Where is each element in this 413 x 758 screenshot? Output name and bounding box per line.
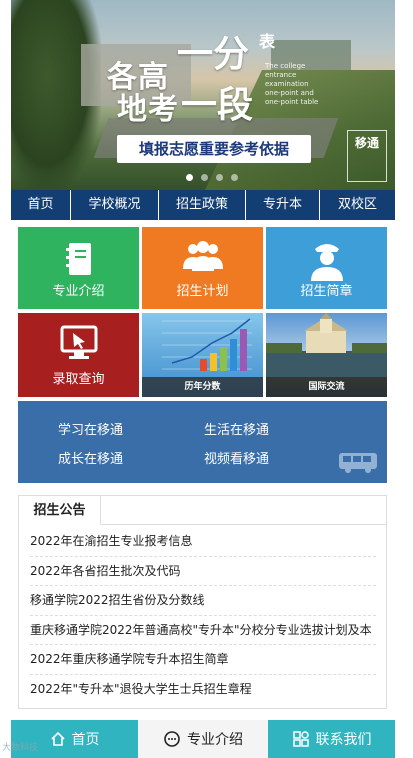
banner-headline-tag: 表 bbox=[259, 32, 276, 51]
footer-contact-button[interactable]: 联系我们 bbox=[268, 720, 395, 758]
chat-icon bbox=[164, 731, 180, 747]
castle-photo bbox=[266, 313, 387, 377]
notice-item[interactable]: 2022年重庆移通学院专升本招生简章 bbox=[30, 645, 376, 675]
notice-item[interactable]: 移通学院2022招生省份及分数线 bbox=[30, 586, 376, 616]
banner-headline: 一段 bbox=[181, 85, 254, 126]
tile-caption: 国际交流 bbox=[266, 377, 387, 397]
banner-logo: 移通 bbox=[347, 130, 387, 182]
link-video[interactable]: 视频看移通 bbox=[204, 448, 269, 467]
tile-major-intro[interactable]: 专业介绍 bbox=[18, 227, 139, 309]
tile-history-scores[interactable]: 历年分数 bbox=[142, 313, 263, 397]
tile-caption: 历年分数 bbox=[142, 377, 263, 397]
tile-enroll-brochure[interactable]: 招生简章 bbox=[266, 227, 387, 309]
main-nav: 首页 学校概况 招生政策 专升本 双校区 bbox=[11, 190, 395, 220]
tab-divider bbox=[101, 524, 386, 525]
banner-slogan: 填报志愿重要参考依据 bbox=[117, 135, 311, 163]
notice-list: 2022年在渝招生专业报考信息 2022年各省招生批次及代码 移通学院2022招… bbox=[30, 527, 376, 704]
tile-label: 专业介绍 bbox=[52, 284, 105, 299]
group-icon bbox=[182, 241, 223, 271]
tile-enroll-plan[interactable]: 招生计划 bbox=[142, 227, 263, 309]
watermark: 大数科技 bbox=[2, 743, 39, 753]
tab-enrollment-notice[interactable]: 招生公告 bbox=[19, 496, 101, 525]
bottom-tab-bar: 首页 专业介绍 联系我们 bbox=[11, 720, 395, 758]
notice-item[interactable]: 2022年在渝招生专业报考信息 bbox=[30, 527, 376, 557]
footer-label: 专业介绍 bbox=[187, 732, 243, 748]
carousel-dot[interactable] bbox=[201, 174, 208, 181]
carousel-dot[interactable] bbox=[231, 174, 238, 181]
home-icon bbox=[50, 731, 65, 746]
monitor-cursor-icon bbox=[60, 325, 97, 359]
link-live[interactable]: 生活在移通 bbox=[204, 419, 269, 438]
notice-item[interactable]: 2022年"专升本"退役大学生士兵招生章程 bbox=[30, 675, 376, 705]
notice-item[interactable]: 重庆移通学院2022年普通高校"专升本"分校分专业选拔计划及本 bbox=[30, 616, 376, 645]
tile-label: 录取查询 bbox=[52, 372, 105, 387]
link-grow[interactable]: 成长在移通 bbox=[58, 448, 123, 467]
tile-admission-query[interactable]: 录取查询 bbox=[18, 313, 139, 397]
nav-item-campuses[interactable]: 双校区 bbox=[320, 190, 395, 220]
link-study[interactable]: 学习在移通 bbox=[58, 419, 123, 438]
tile-intl-exchange[interactable]: 国际交流 bbox=[266, 313, 387, 397]
nav-item-enrollment-policy[interactable]: 招生政策 bbox=[159, 190, 246, 220]
banner-english-text: The college entrance examination one-poi… bbox=[265, 62, 319, 106]
nav-item-upgrade[interactable]: 专升本 bbox=[246, 190, 320, 220]
banner-headline: 一分 bbox=[177, 34, 250, 75]
footer-label: 首页 bbox=[71, 732, 100, 748]
notebook-icon bbox=[65, 243, 91, 275]
nav-item-home[interactable]: 首页 bbox=[11, 190, 71, 220]
campus-life-panel: 学习在移通 生活在移通 成长在移通 视频看移通 bbox=[18, 401, 387, 483]
bar-chart-icon bbox=[162, 318, 252, 371]
grid-icon bbox=[292, 731, 309, 747]
banner-carousel[interactable]: 各高 地考 一分 一段 表 The college entrance exami… bbox=[11, 0, 395, 190]
tile-label: 招生计划 bbox=[176, 284, 229, 299]
footer-label: 联系我们 bbox=[315, 732, 372, 748]
carousel-dot[interactable] bbox=[186, 174, 193, 181]
bus-icon bbox=[339, 453, 377, 473]
tile-label: 招生简章 bbox=[300, 284, 353, 299]
footer-major-button[interactable]: 专业介绍 bbox=[138, 720, 268, 758]
nav-item-school-overview[interactable]: 学校概况 bbox=[71, 190, 159, 220]
carousel-dots bbox=[186, 174, 238, 181]
officer-icon bbox=[310, 244, 343, 281]
page: 各高 地考 一分 一段 表 The college entrance exami… bbox=[0, 0, 413, 758]
banner-headline: 地考 bbox=[117, 92, 179, 127]
carousel-dot[interactable] bbox=[216, 174, 223, 181]
enrollment-notice: 招生公告 2022年在渝招生专业报考信息 2022年各省招生批次及代码 移通学院… bbox=[18, 495, 387, 709]
notice-item[interactable]: 2022年各省招生批次及代码 bbox=[30, 557, 376, 586]
